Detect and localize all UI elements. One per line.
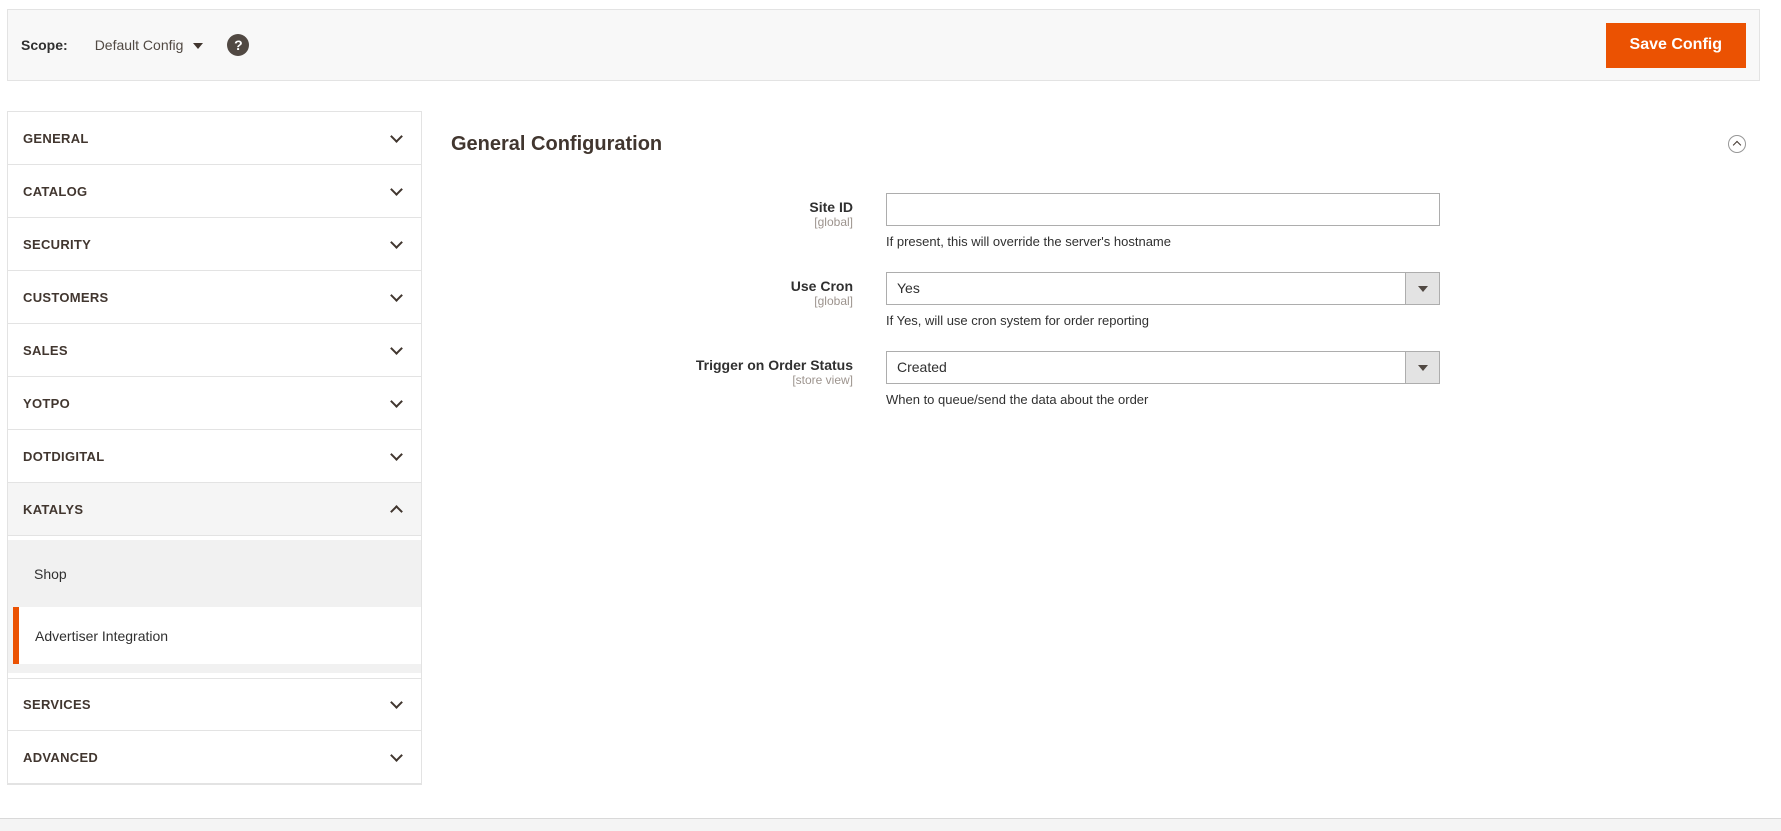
field-control-col: If present, this will override the serve… [886,193,1440,249]
sidebar-section-catalog[interactable]: CATALOG [8,165,421,218]
sidebar-item-shop[interactable]: Shop [8,540,421,607]
field-label-col: Trigger on Order Status [store view] [451,351,853,407]
field-row-site-id: Site ID [global] If present, this will ove… [451,193,1757,249]
caret-down-icon [1417,285,1428,292]
section-title: General Configuration [451,132,663,155]
sidebar-section-sales[interactable]: SALES [8,324,421,377]
chevron-down-icon [390,447,403,461]
trigger-on-order-status-select[interactable]: Created [886,351,1440,384]
collapse-section-button[interactable] [1728,135,1746,153]
chevron-up-icon [390,504,403,518]
sidebar-section-label: GENERAL [23,130,89,146]
chevron-down-icon [390,341,403,355]
chevron-down-icon [390,129,403,143]
sidebar-item-advertiser-integration[interactable]: Advertiser Integration [13,607,421,664]
select-value: Created [897,359,947,375]
field-label: Trigger on Order Status [695,357,853,373]
caret-down-icon [1417,364,1428,371]
section-head: General Configuration [451,129,1757,159]
sidebar-section-general[interactable]: GENERAL [8,112,421,165]
sidebar-section-yotpo[interactable]: YOTPO [8,377,421,430]
sidebar-section-label: CATALOG [23,183,88,199]
sidebar-section-label: SALES [23,342,68,358]
field-note: If Yes, will use cron system for order r… [886,313,1150,328]
chevron-down-icon [390,288,403,302]
sidebar-section-security[interactable]: SECURITY [8,218,421,271]
footer-bar [0,818,1781,831]
chevron-down-icon [390,394,403,408]
select-dropdown-button[interactable] [1405,273,1439,304]
main-content: General Configuration Site ID [global] If … [451,111,1757,430]
select-value: Yes [897,280,920,296]
field-note: When to queue/send the data about the or… [886,392,1149,407]
sidebar-section-label: ADVANCED [23,749,99,765]
help-icon[interactable]: ? [227,34,250,56]
chevron-down-icon [390,182,403,196]
field-label: Site ID [809,199,853,215]
field-note: If present, this will override the serve… [886,234,1171,249]
config-sidebar: GENERAL CATALOG SECURITY CUSTOMERS SALES YOTP… [7,111,422,785]
sidebar-section-services[interactable]: SERVICES [8,678,421,731]
use-cron-select[interactable]: Yes [886,272,1440,305]
field-control-col: Created When to queue/send the data about… [886,351,1440,407]
caret-down-icon [193,43,204,49]
field-label: Use Cron [790,278,853,294]
field-scope-hint: [global] [814,294,853,308]
sidebar-section-customers[interactable]: CUSTOMERS [8,271,421,324]
chevron-down-icon [390,235,403,249]
sidebar-section-label: SERVICES [23,697,91,712]
select-dropdown-button[interactable] [1405,352,1439,383]
field-control-col: Yes If Yes, will use cron system for orde… [886,272,1440,328]
sidebar-section-label: DOTDIGITAL [23,448,105,464]
sidebar-section-label: YOTPO [23,395,71,411]
scope-label: Scope: [21,37,68,53]
magento-config-page: Scope: Default Config ? Save Config GENE… [0,0,1781,831]
sidebar-section-label: KATALYS [23,501,84,517]
field-label-col: Site ID [global] [451,193,853,249]
scope-switcher[interactable]: Default Config [95,37,204,53]
page-actions-bar: Scope: Default Config ? Save Config [7,9,1760,81]
sidebar-section-label: CUSTOMERS [23,289,109,305]
field-row-use-cron: Use Cron [global] Yes If Yes, will use cron… [451,272,1757,328]
field-scope-hint: [global] [814,215,853,229]
sidebar-section-dotdigital[interactable]: DOTDIGITAL [8,430,421,483]
sidebar-submenu-katalys: Shop Advertiser Integration [8,540,421,673]
field-row-trigger-on-order-status: Trigger on Order Status [store view] Creat… [451,351,1757,407]
save-config-button[interactable]: Save Config [1605,22,1746,68]
chevron-down-icon [390,748,403,762]
sidebar-section-label: SECURITY [23,236,92,252]
field-scope-hint: [store view] [792,373,853,387]
sidebar-section-advanced[interactable]: ADVANCED [8,731,421,784]
scope-group: Scope: Default Config ? [21,34,250,56]
site-id-input[interactable] [886,193,1440,226]
field-label-col: Use Cron [global] [451,272,853,328]
chevron-down-icon [390,696,403,709]
config-form: Site ID [global] If present, this will ove… [451,193,1757,407]
sidebar-section-katalys[interactable]: KATALYS [8,483,421,536]
chevron-up-icon [1732,140,1742,150]
scope-value: Default Config [94,37,184,53]
